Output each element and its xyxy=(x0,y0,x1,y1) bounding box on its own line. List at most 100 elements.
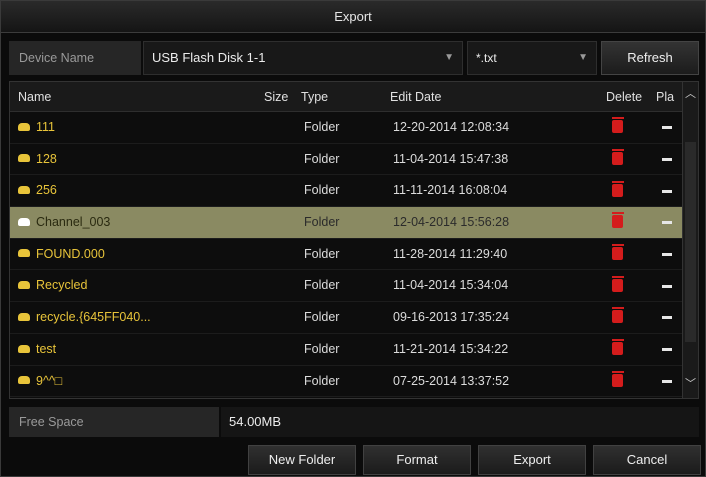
folder-icon xyxy=(18,312,30,321)
play-cell xyxy=(662,112,678,143)
file-name-cell: recycle.{645FF040... xyxy=(18,302,288,333)
table-row[interactable]: recycle.{645FF040... Folder 09-16-2013 17:… xyxy=(10,302,684,334)
edit-date-cell: 11-28-2014 11:29:40 xyxy=(393,246,508,261)
column-header-edit-date[interactable]: Edit Date xyxy=(390,82,441,112)
table-row[interactable]: Recycled Folder 11-04-2014 15:34:04 xyxy=(10,270,684,303)
delete-cell xyxy=(612,334,632,365)
delete-cell xyxy=(612,175,632,206)
file-type-select[interactable]: *.txt ▼ xyxy=(467,41,597,75)
trash-icon[interactable] xyxy=(612,307,624,324)
trash-icon[interactable] xyxy=(612,212,624,229)
trash-icon[interactable] xyxy=(612,117,624,134)
file-name: 128 xyxy=(36,151,57,166)
edit-date-cell: 11-04-2014 15:34:04 xyxy=(393,278,509,293)
table-header: Name Size Type Edit Date Delete Pla xyxy=(10,82,698,112)
folder-icon xyxy=(18,281,30,290)
scroll-thumb[interactable] xyxy=(685,142,696,342)
trash-icon[interactable] xyxy=(612,370,624,387)
dash-icon[interactable] xyxy=(662,316,672,320)
table-row[interactable]: 111 Folder 12-20-2014 12:08:34 xyxy=(10,112,684,144)
edit-date-cell: 12-04-2014 15:56:28 xyxy=(393,215,510,230)
play-cell xyxy=(662,239,678,270)
free-space-row: Free Space 54.00MB xyxy=(9,407,699,437)
column-header-name[interactable]: Name xyxy=(18,82,51,112)
folder-icon xyxy=(18,186,30,195)
delete-cell xyxy=(612,239,632,270)
folder-icon xyxy=(18,376,30,385)
chevron-down-icon: ▼ xyxy=(578,52,588,63)
column-header-type[interactable]: Type xyxy=(301,82,328,112)
folder-icon xyxy=(18,122,30,131)
dash-icon[interactable] xyxy=(662,221,672,225)
table-row[interactable]: 256 Folder 11-11-2014 16:08:04 xyxy=(10,175,684,208)
trash-icon[interactable] xyxy=(612,243,624,260)
file-name: 9^^□ xyxy=(36,373,63,388)
vertical-scrollbar[interactable]: ︿ ﹀ xyxy=(682,82,698,398)
folder-icon xyxy=(18,344,30,353)
file-name-cell: 9^^□ xyxy=(18,366,288,397)
play-cell xyxy=(662,207,678,238)
format-button[interactable]: Format xyxy=(363,445,471,475)
dash-icon[interactable] xyxy=(662,189,672,193)
file-name-cell: 128 xyxy=(18,144,288,175)
scroll-down-icon[interactable]: ﹀ xyxy=(683,374,698,394)
file-name-cell: 256 xyxy=(18,175,288,206)
file-type-cell: Folder xyxy=(304,246,340,261)
folder-icon xyxy=(18,217,30,226)
new-folder-button[interactable]: New Folder xyxy=(248,445,356,475)
table-row[interactable]: test Folder 11-21-2014 15:34:22 xyxy=(10,334,684,366)
file-name: Recycled xyxy=(36,278,88,293)
edit-date-cell: 07-25-2014 13:37:52 xyxy=(393,373,510,388)
file-type-cell: Folder xyxy=(304,278,340,293)
play-cell xyxy=(662,302,678,333)
refresh-button[interactable]: Refresh xyxy=(601,41,699,75)
free-space-label: Free Space xyxy=(9,407,219,437)
table-row[interactable]: 9^^□ Folder 07-25-2014 13:37:52 xyxy=(10,366,684,398)
device-select[interactable]: USB Flash Disk 1-1 ▼ xyxy=(143,41,463,75)
column-header-size[interactable]: Size xyxy=(264,82,288,112)
file-name: FOUND.000 xyxy=(36,246,105,261)
play-cell xyxy=(662,175,678,206)
table-row[interactable]: 128 Folder 11-04-2014 15:47:38 xyxy=(10,144,684,176)
file-name-cell: FOUND.000 xyxy=(18,239,288,270)
device-name-label: Device Name xyxy=(9,41,141,75)
trash-icon[interactable] xyxy=(612,275,624,292)
file-name-cell: 111 xyxy=(18,112,288,143)
play-cell xyxy=(662,144,678,175)
column-header-delete[interactable]: Delete xyxy=(606,82,642,112)
delete-cell xyxy=(612,144,632,175)
dash-icon[interactable] xyxy=(662,126,672,130)
file-name: test xyxy=(36,341,57,356)
file-type-cell: Folder xyxy=(304,151,340,166)
edit-date-cell: 11-21-2014 15:34:22 xyxy=(393,341,509,356)
dash-icon[interactable] xyxy=(662,348,672,352)
export-dialog: Export Device Name USB Flash Disk 1-1 ▼ … xyxy=(0,0,706,477)
device-select-value: USB Flash Disk 1-1 xyxy=(152,50,266,65)
file-type-cell: Folder xyxy=(304,120,340,134)
column-header-play[interactable]: Pla xyxy=(656,82,674,112)
file-name: recycle.{645FF040... xyxy=(36,310,151,325)
export-button[interactable]: Export xyxy=(478,445,586,475)
cancel-button[interactable]: Cancel xyxy=(593,445,701,475)
file-type-cell: Folder xyxy=(304,341,340,356)
scroll-up-icon[interactable]: ︿ xyxy=(683,84,698,104)
trash-icon[interactable] xyxy=(612,180,624,197)
file-name: 256 xyxy=(36,183,57,198)
edit-date-cell: 12-20-2014 12:08:34 xyxy=(393,120,510,134)
table-row[interactable]: FOUND.000 Folder 11-28-2014 11:29:40 xyxy=(10,239,684,271)
dash-icon[interactable] xyxy=(662,284,672,288)
file-rows: 111 Folder 12-20-2014 12:08:34 128 Folder 11-… xyxy=(10,112,684,398)
play-cell xyxy=(662,270,678,301)
trash-icon[interactable] xyxy=(612,339,624,356)
dash-icon[interactable] xyxy=(662,252,672,256)
trash-icon[interactable] xyxy=(612,148,624,165)
file-type-cell: Folder xyxy=(304,215,340,230)
file-table: Name Size Type Edit Date Delete Pla 111 F… xyxy=(9,81,699,399)
dash-icon[interactable] xyxy=(662,379,672,383)
delete-cell xyxy=(612,270,632,301)
file-type-cell: Folder xyxy=(304,310,340,325)
delete-cell xyxy=(612,302,632,333)
free-space-value: 54.00MB xyxy=(221,407,699,437)
dash-icon[interactable] xyxy=(662,157,672,161)
table-row[interactable]: Channel_003 Folder 12-04-2014 15:56:28 xyxy=(10,207,684,239)
